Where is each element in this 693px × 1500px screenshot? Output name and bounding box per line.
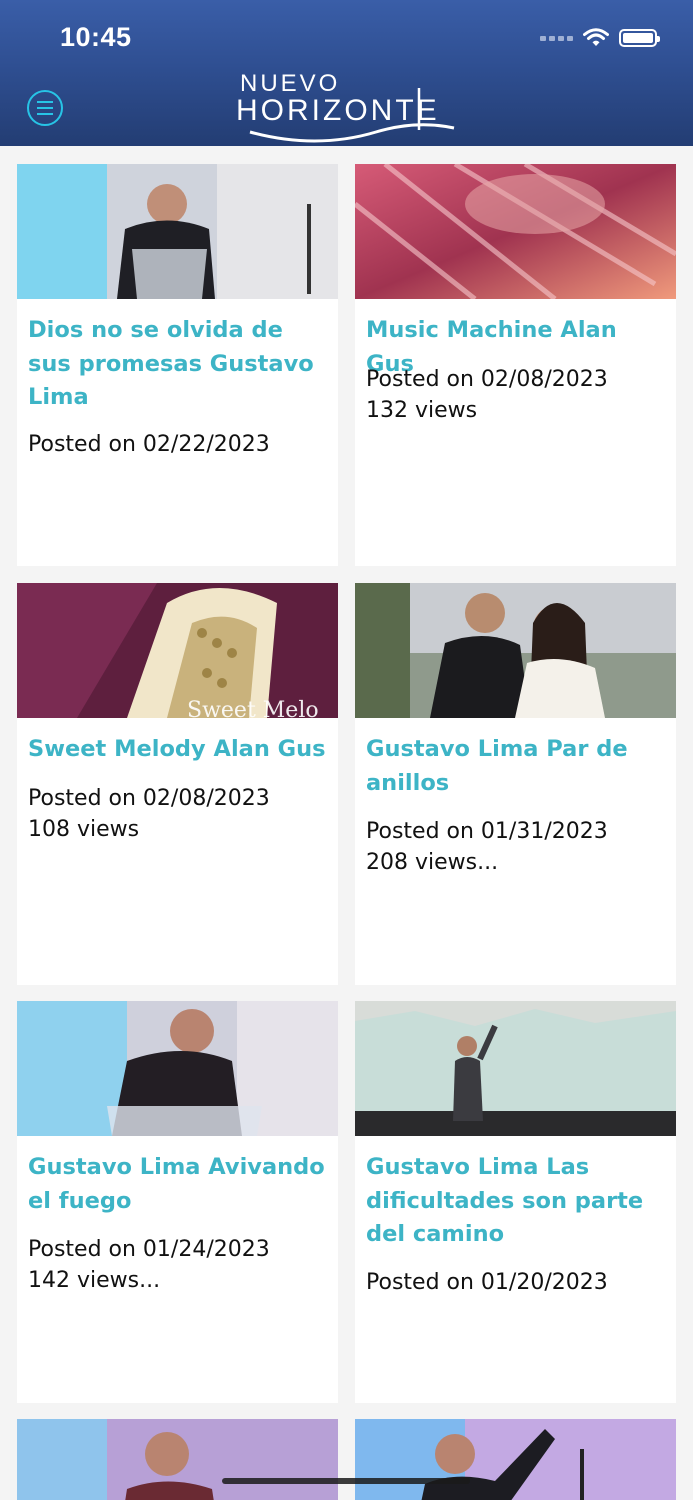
thumb-caption: Sweet Melo <box>187 698 319 718</box>
status-icons <box>540 28 660 48</box>
video-card[interactable] <box>355 1419 676 1500</box>
view-count: 208 views... <box>366 850 499 875</box>
video-thumbnail <box>355 583 676 718</box>
video-card[interactable]: Gustavo Lima Par de anillos Posted on 01… <box>355 583 676 985</box>
post-date: Posted on 02/08/2023 <box>28 786 270 811</box>
wifi-icon <box>583 28 609 46</box>
video-card[interactable] <box>17 1419 338 1500</box>
post-date: Posted on 02/22/2023 <box>28 432 270 457</box>
video-thumbnail <box>17 1419 338 1500</box>
menu-icon-bar <box>37 113 53 115</box>
video-thumbnail <box>355 164 676 299</box>
video-thumbnail <box>17 1001 338 1136</box>
battery-icon <box>619 29 660 47</box>
video-title[interactable]: Gustavo Lima Las dificultades son parte … <box>366 1151 666 1252</box>
view-count: 108 views <box>28 817 140 842</box>
video-card[interactable]: Music Machine Alan Gus Posted on 02/08/2… <box>355 164 676 566</box>
video-card[interactable]: Sweet Melo Sweet Melody Alan Gus Posted … <box>17 583 338 985</box>
home-indicator[interactable] <box>222 1478 470 1484</box>
view-count: 142 views... <box>28 1268 161 1293</box>
app-logo: NUEVO HORIZONTE <box>236 70 458 148</box>
video-card[interactable]: Gustavo Lima Las dificultades son parte … <box>355 1001 676 1403</box>
video-thumbnail <box>355 1419 676 1500</box>
post-date: Posted on 01/31/2023 <box>366 819 608 844</box>
view-count: 132 views <box>366 398 478 423</box>
post-date: Posted on 01/24/2023 <box>28 1237 270 1262</box>
menu-button[interactable] <box>27 90 63 126</box>
video-thumbnail <box>17 164 338 299</box>
post-date: Posted on 02/08/2023 <box>366 367 608 392</box>
cellular-signal-icon <box>540 35 573 41</box>
video-card[interactable]: Dios no se olvida de sus promesas Gustav… <box>17 164 338 566</box>
video-thumbnail: Sweet Melo <box>17 583 338 718</box>
app-header: 10:45 NUEVO HORIZONTE <box>0 0 693 146</box>
logo-swoosh-icon <box>249 88 455 143</box>
menu-icon-bar <box>37 101 53 103</box>
video-title[interactable]: Dios no se olvida de sus promesas Gustav… <box>28 314 328 415</box>
video-title[interactable]: Gustavo Lima Avivando el fuego <box>28 1151 328 1218</box>
video-thumbnail <box>355 1001 676 1136</box>
video-title[interactable]: Sweet Melody Alan Gus <box>28 733 328 767</box>
video-title[interactable]: Gustavo Lima Par de anillos <box>366 733 666 800</box>
video-card[interactable]: Gustavo Lima Avivando el fuego Posted on… <box>17 1001 338 1403</box>
post-date: Posted on 01/20/2023 <box>366 1270 608 1295</box>
menu-icon-bar <box>37 107 53 109</box>
status-time: 10:45 <box>60 22 132 52</box>
